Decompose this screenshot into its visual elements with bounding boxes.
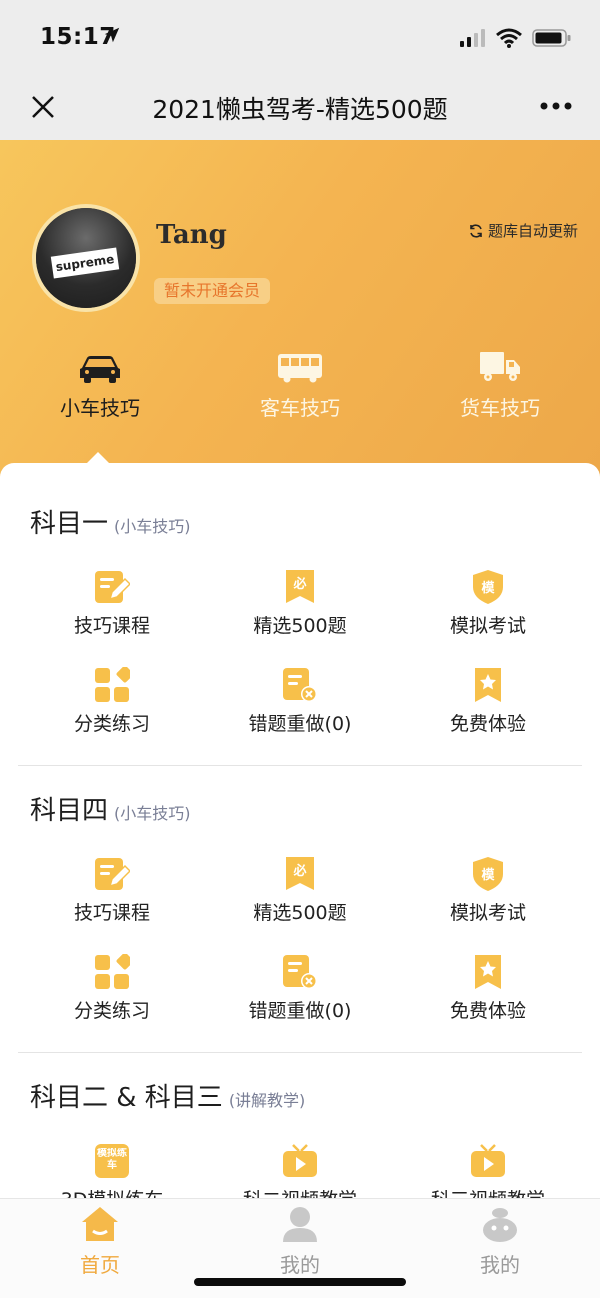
tab-mine-2[interactable]: 我的	[400, 1205, 600, 1278]
tab-home[interactable]: 首页	[0, 1205, 200, 1278]
tab-mine-label: 我的	[280, 1253, 320, 1277]
edit-note-icon	[95, 571, 130, 603]
auto-update-label: 题库自动更新	[487, 222, 578, 240]
grid-label: 精选500题	[253, 902, 347, 924]
signal-icon	[460, 29, 485, 47]
grid-selected-500[interactable]: 必 精选500题	[200, 856, 400, 946]
star-bookmark-icon	[475, 955, 501, 989]
sim-icon-text: 模拟练车	[97, 1148, 127, 1171]
must-badge-text: 必	[292, 576, 306, 592]
grid-video-subject-2[interactable]: 科二视频教学	[200, 1143, 400, 1198]
section-divider	[18, 765, 582, 766]
status-bar: 15:17	[0, 0, 600, 72]
grid-wrong-redo[interactable]: 错题重做(0)	[200, 667, 400, 757]
grid-free-trial[interactable]: 免费体验	[388, 667, 588, 757]
category-grid-icon	[95, 954, 130, 989]
mascot-icon	[483, 1208, 517, 1242]
home-icon	[82, 1207, 118, 1241]
tab-bus-label: 客车技巧	[260, 396, 340, 420]
grid-free-trial[interactable]: 免费体验	[388, 954, 588, 1044]
user-name: Tang	[156, 220, 227, 250]
grid-category-practice[interactable]: 分类练习	[12, 954, 212, 1044]
tv-play-icon	[471, 1144, 505, 1177]
grid-label: 免费体验	[449, 1000, 526, 1022]
home-indicator	[194, 1278, 406, 1286]
wrong-doc-icon	[283, 668, 317, 702]
grid-label: 错题重做(0)	[248, 713, 352, 735]
sim-practice-icon: 模拟练车	[95, 1144, 129, 1178]
section-title: 科目二 & 科目三	[30, 1083, 223, 1113]
grid-mock-exam[interactable]: 模 模拟考试	[388, 569, 588, 659]
membership-badge[interactable]: 暂未开通会员	[154, 278, 271, 304]
grid-label: 3D模拟练车	[12, 1185, 212, 1198]
tab-car[interactable]: 小车技巧	[0, 350, 200, 440]
must-badge-text: 必	[292, 863, 306, 879]
grid-label: 精选500题	[253, 615, 347, 637]
tab-mine[interactable]: 我的	[200, 1205, 400, 1278]
grid-wrong-redo[interactable]: 错题重做(0)	[200, 954, 400, 1044]
grid-video-subject-3[interactable]: 科三视频教学	[388, 1143, 588, 1198]
section-title: 科目一	[30, 509, 109, 539]
wifi-icon	[496, 28, 522, 48]
section-header: 科目一 (小车技巧)	[30, 503, 191, 540]
section-divider	[18, 1052, 582, 1053]
main-card: 科目一 (小车技巧) 技巧课程 必 精选500题 模 模拟考试 分类练习 错题重…	[0, 463, 600, 1198]
grid-skill-course[interactable]: 技巧课程	[12, 569, 212, 659]
grid-selected-500[interactable]: 必 精选500题	[200, 569, 400, 659]
must-badge-icon: 必	[286, 570, 314, 603]
wrong-doc-icon	[283, 955, 317, 989]
grid-category-practice[interactable]: 分类练习	[12, 667, 212, 757]
tab-mine-2-label: 我的	[480, 1253, 520, 1277]
section-header: 科目四 (小车技巧)	[30, 790, 191, 827]
category-grid-icon	[95, 667, 130, 702]
mock-shield-icon: 模	[473, 570, 503, 604]
grid-label: 模拟考试	[449, 615, 526, 637]
grid-mock-exam[interactable]: 模 模拟考试	[388, 856, 588, 946]
grid-label: 分类练习	[73, 1000, 150, 1022]
user-icon	[283, 1207, 317, 1242]
grid-label: 模拟考试	[449, 902, 526, 924]
section-header: 科目二 & 科目三 (讲解教学)	[30, 1077, 305, 1114]
profile-header: supreme Tang 暂未开通会员 题库自动更新 小车技巧 客车技巧 货车技…	[0, 140, 600, 480]
grid-label: 免费体验	[449, 713, 526, 735]
location-arrow-icon	[104, 27, 120, 43]
tab-bus[interactable]: 客车技巧	[200, 350, 400, 440]
grid-label: 科三视频教学	[388, 1185, 588, 1198]
bus-icon	[278, 354, 322, 383]
tab-home-label: 首页	[80, 1253, 120, 1277]
grid-label: 技巧课程	[73, 902, 150, 924]
auto-update-button[interactable]: 题库自动更新	[468, 220, 578, 241]
tab-car-label: 小车技巧	[60, 396, 140, 420]
section-title: 科目四	[30, 796, 109, 826]
mock-shield-icon: 模	[473, 857, 503, 891]
avatar[interactable]: supreme	[32, 204, 140, 312]
grid-skill-course[interactable]: 技巧课程	[12, 856, 212, 946]
car-icon	[80, 356, 120, 383]
edit-note-icon	[95, 858, 130, 890]
must-badge-icon: 必	[286, 857, 314, 890]
more-icon[interactable]	[540, 100, 572, 112]
grid-label: 技巧课程	[73, 615, 150, 637]
nav-bar: 2021懒虫驾考-精选500题	[0, 72, 600, 140]
refresh-icon	[470, 223, 482, 238]
section-subtitle: (小车技巧)	[114, 517, 191, 536]
truck-icon	[480, 352, 520, 381]
mock-badge-text: 模	[481, 580, 495, 596]
page-title: 2021懒虫驾考-精选500题	[152, 95, 448, 124]
star-bookmark-icon	[475, 668, 501, 702]
grid-label: 错题重做(0)	[248, 1000, 352, 1022]
status-indicators	[460, 26, 572, 50]
vehicle-tabs: 小车技巧 客车技巧 货车技巧	[0, 350, 600, 440]
tab-truck-label: 货车技巧	[460, 396, 540, 420]
grid-label: 分类练习	[73, 713, 150, 735]
grid-3d-sim[interactable]: 模拟练车 3D模拟练车	[12, 1143, 212, 1198]
tv-play-icon	[283, 1144, 317, 1177]
battery-icon	[532, 29, 571, 47]
grid-label: 科二视频教学	[200, 1185, 400, 1198]
mock-badge-text: 模	[481, 867, 495, 883]
tab-truck[interactable]: 货车技巧	[400, 350, 600, 440]
section-subtitle: (讲解教学)	[228, 1091, 306, 1110]
section-subtitle: (小车技巧)	[114, 804, 191, 823]
